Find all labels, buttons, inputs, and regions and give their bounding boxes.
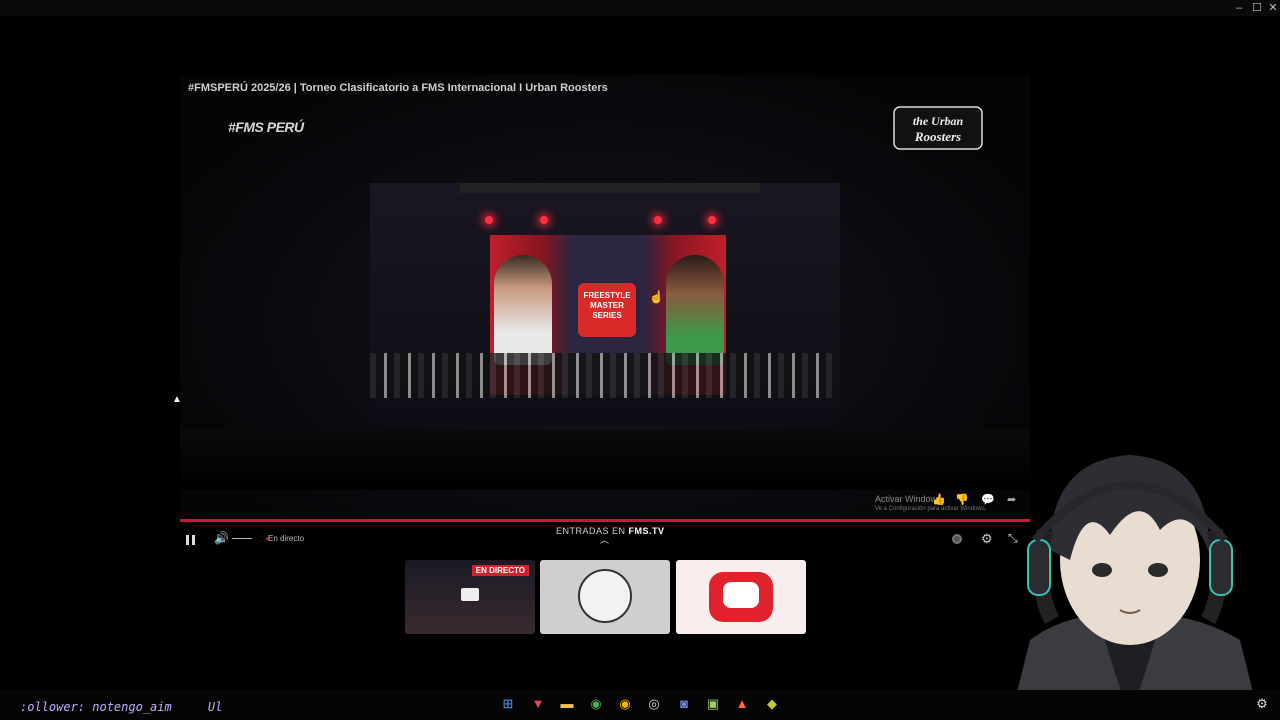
- like-icon[interactable]: 👍: [932, 493, 946, 506]
- urban-roosters-logo: the Urban Roosters: [893, 106, 983, 150]
- volume-slider[interactable]: [232, 538, 252, 539]
- stage-performers: [370, 353, 840, 398]
- live-badge: EN DIRECTO: [471, 565, 529, 576]
- chrome-icon[interactable]: ◉: [588, 696, 604, 712]
- svg-text:Roosters: Roosters: [914, 129, 961, 144]
- live-label[interactable]: En directo: [268, 534, 304, 543]
- discord-icon-face: [723, 582, 759, 608]
- audience: [180, 430, 1030, 490]
- follower-ticker: :ollower: notengo_aim Ul: [20, 700, 223, 714]
- stage-light: [654, 216, 662, 224]
- brave-icon[interactable]: ▲: [734, 696, 750, 712]
- tickets-banner[interactable]: ENTRADAS EN FMS.TV: [556, 526, 665, 536]
- settings-icon[interactable]: ⚙: [1254, 696, 1270, 712]
- obs-icon[interactable]: ◎: [646, 696, 662, 712]
- video-title: #FMSPERÚ 2025/26 | Torneo Clasificatorio…: [188, 82, 608, 94]
- thumbnail-live[interactable]: EN DIRECTO: [405, 560, 535, 634]
- fms-peru-logo: #FMS PERÚ: [228, 119, 304, 135]
- hand-cursor-icon: ☝: [649, 290, 664, 304]
- app-icon[interactable]: ▼: [530, 696, 546, 712]
- progress-bar[interactable]: [180, 519, 1030, 522]
- fms-badge: FREESTYLE MASTER SERIES: [578, 283, 636, 337]
- pause-button[interactable]: [186, 532, 198, 545]
- windows-start-icon[interactable]: ⊞: [500, 696, 516, 712]
- window-titlebar: [0, 0, 1280, 16]
- autoplay-toggle[interactable]: [952, 534, 962, 544]
- minimize-button[interactable]: –: [1230, 1, 1248, 15]
- close-button[interactable]: ✕: [1264, 1, 1280, 15]
- discord-icon: [709, 572, 773, 622]
- cursor-icon: ▲: [172, 394, 182, 405]
- activation-watermark-sub: Ve a Configuración para activar Windows.: [875, 506, 987, 512]
- svg-text:the Urban: the Urban: [913, 114, 964, 128]
- chevron-up-icon[interactable]: ︿: [600, 533, 609, 546]
- avatar: [578, 569, 632, 623]
- volume-icon[interactable]: 🔊: [214, 531, 229, 545]
- thumbnail-discord[interactable]: [676, 560, 806, 634]
- thumbnail-channel[interactable]: [540, 560, 670, 634]
- stage-scene: FREESTYLE MASTER SERIES: [370, 183, 840, 423]
- stage-light: [485, 216, 493, 224]
- discord-icon[interactable]: ◙: [676, 696, 692, 712]
- game-icon[interactable]: ◆: [764, 696, 780, 712]
- stage-light: [540, 216, 548, 224]
- lighting-truss: [460, 183, 760, 193]
- dislike-icon[interactable]: 👎: [955, 493, 969, 506]
- vtuber-avatar: [1010, 455, 1260, 720]
- mc-portrait-right: [666, 255, 724, 365]
- file-explorer-icon[interactable]: ▬: [559, 696, 575, 712]
- video-player[interactable]: #FMSPERÚ 2025/26 | Torneo Clasificatorio…: [180, 75, 1030, 520]
- play-icon: [461, 588, 479, 601]
- stage-light: [708, 216, 716, 224]
- chrome-beta-icon[interactable]: ◉: [617, 696, 633, 712]
- paint-icon[interactable]: ▣: [705, 696, 721, 712]
- mc-portrait-left: [494, 255, 552, 365]
